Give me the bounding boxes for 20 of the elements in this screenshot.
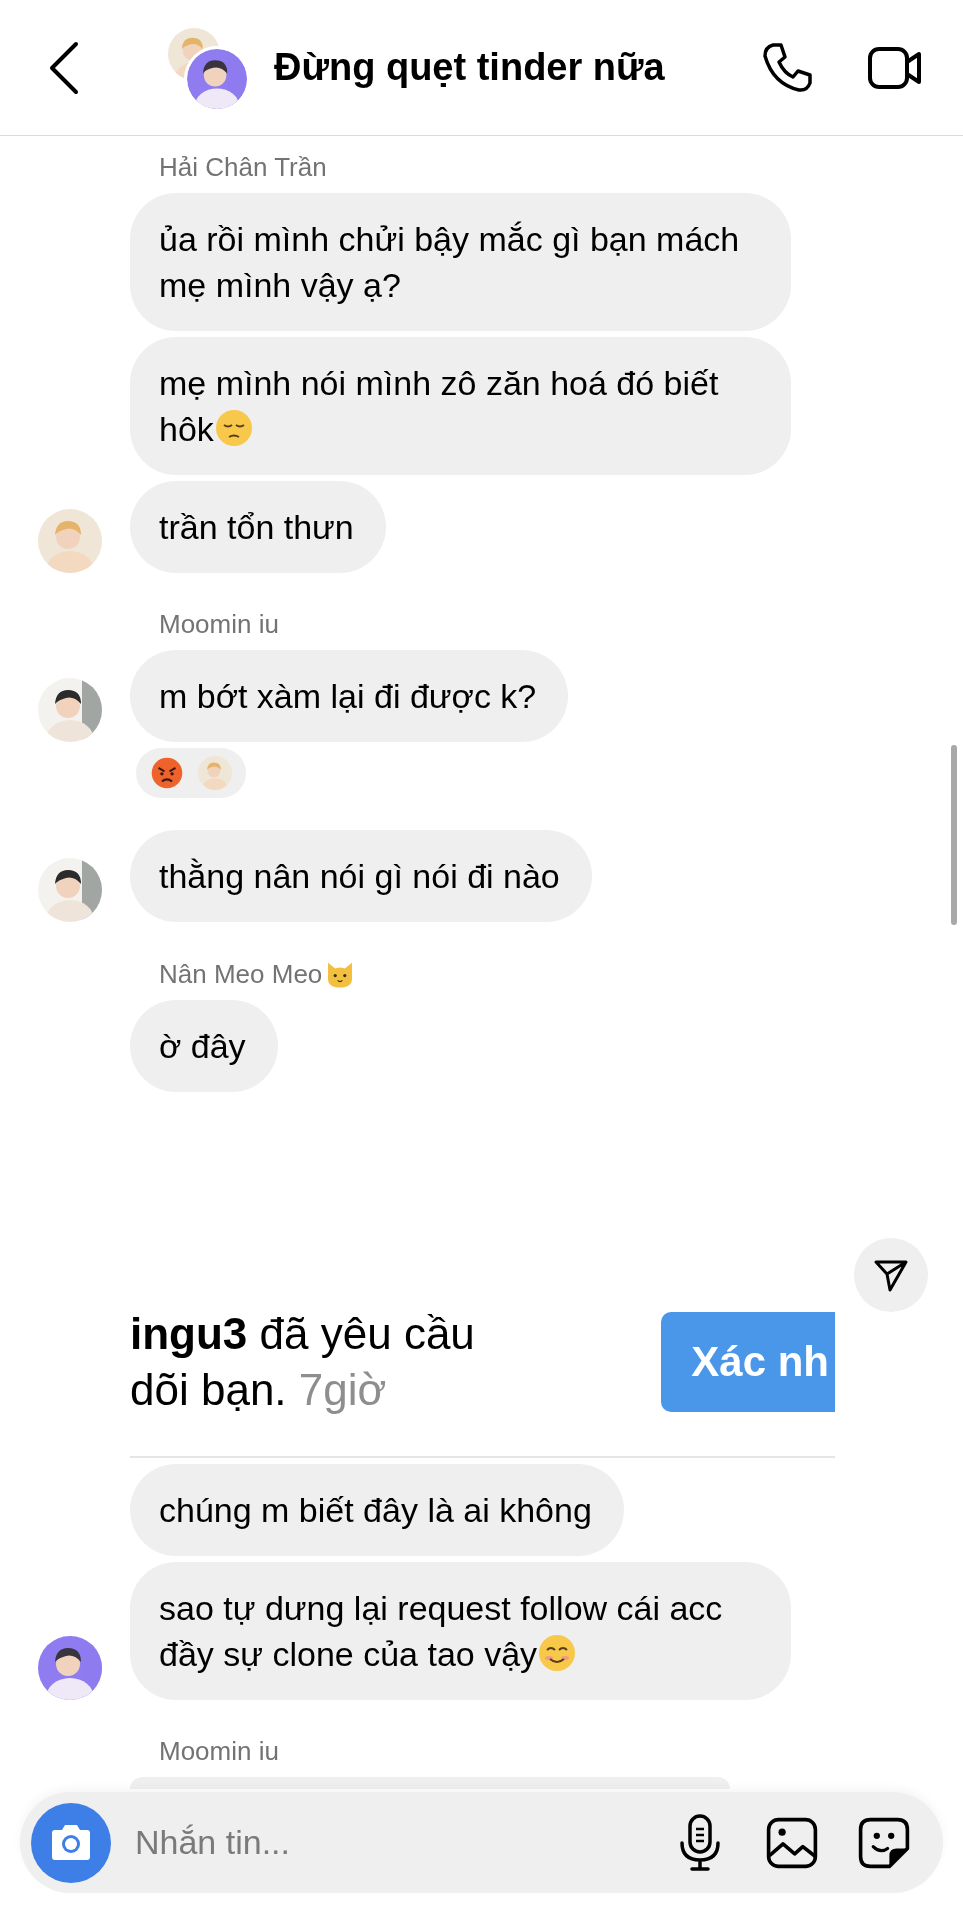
- message-bubble[interactable]: ủa rồi mình chửi bậy mắc gì bạn mách mẹ mình vậy ạ?: [130, 193, 791, 331]
- smiling-face-icon: [537, 1633, 578, 1673]
- message-bubble[interactable]: sao tự dưng lại request follow cái acc đầy sự clone của tao vậy: [130, 1562, 791, 1700]
- message-bubble[interactable]: mẹ mình nói mình zô zăn hoá đó biết hôk: [130, 337, 791, 475]
- sender-name: Nân Meo Meo: [159, 958, 323, 990]
- request-text: ingu3 đã yêu cầu dõi bạn. 7giờ: [130, 1308, 475, 1416]
- sender-name: Moomin iu: [159, 1736, 279, 1767]
- pensive-face-icon: [213, 408, 254, 448]
- sender-name: Moomin iu: [159, 609, 279, 640]
- message-bubble[interactable]: ờ đây: [130, 1000, 278, 1092]
- sender-name: Hải Chân Trần: [159, 152, 327, 183]
- message-bubble[interactable]: thằng nân nói gì nói đi nào: [130, 830, 592, 922]
- chat-title: Đừng quẹt tinder nữa: [274, 46, 666, 89]
- message-bubble[interactable]: m bớt xàm lại đi được k?: [130, 650, 569, 742]
- message-bubble[interactable]: trần tổn thưn: [130, 481, 386, 573]
- message-bubble[interactable]: chúng m biết đây là ai không: [130, 1464, 624, 1556]
- angry-face-icon: [150, 756, 184, 790]
- camera-button[interactable]: [31, 1802, 111, 1883]
- reactions-pill[interactable]: [136, 748, 246, 798]
- scrollbar[interactable]: [951, 745, 957, 925]
